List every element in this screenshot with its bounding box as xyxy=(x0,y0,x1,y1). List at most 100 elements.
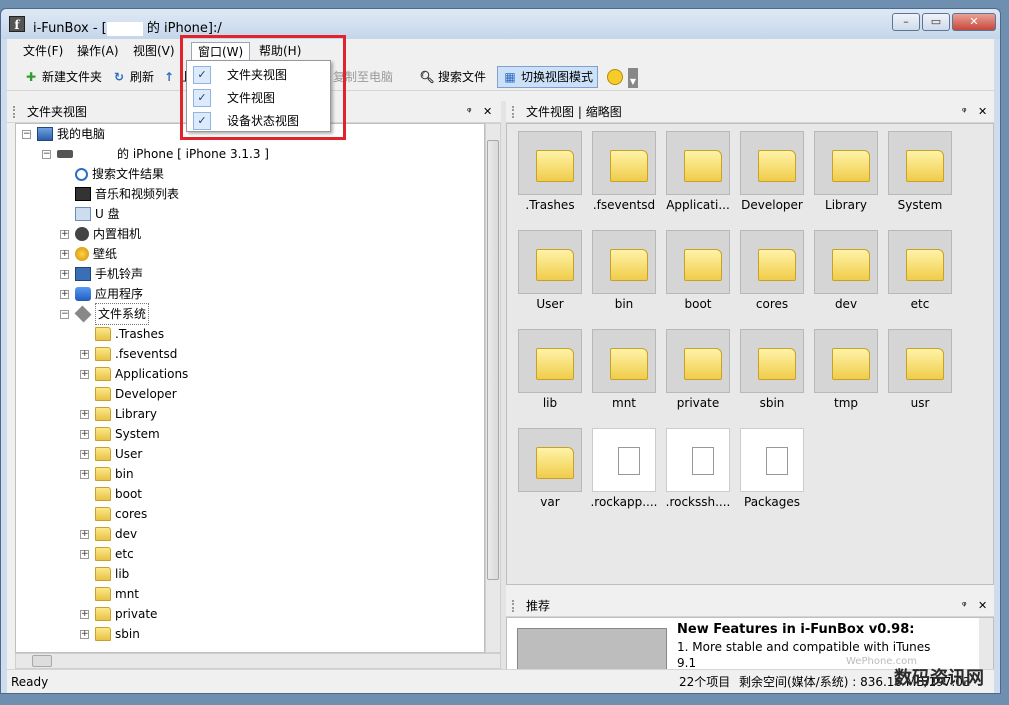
file-item[interactable]: Applicati... xyxy=(661,128,735,224)
tree-item[interactable]: boot xyxy=(80,484,142,504)
tree-item[interactable]: .Trashes xyxy=(80,324,164,344)
tree-item[interactable]: + User xyxy=(80,444,142,464)
tree-item[interactable]: + private xyxy=(80,604,157,624)
file-item[interactable]: private xyxy=(661,326,735,422)
file-item[interactable]: .Trashes xyxy=(513,128,587,224)
tree-item[interactable]: + Applications xyxy=(80,364,188,384)
close-button[interactable]: ✕ xyxy=(952,13,996,31)
expand-icon[interactable]: + xyxy=(60,249,69,259)
file-item[interactable]: User xyxy=(513,227,587,323)
tree-item[interactable]: 音乐和视频列表 xyxy=(60,184,179,204)
tree-horizontal-scrollbar[interactable] xyxy=(15,653,501,669)
close-panel-icon[interactable]: ✕ xyxy=(978,595,987,617)
tree-item[interactable]: − 文件系统 xyxy=(60,303,150,325)
file-item[interactable]: Developer xyxy=(735,128,809,224)
tree-item[interactable]: − 的 iPhone [ iPhone 3.1.3 ] xyxy=(42,144,269,164)
menu-file[interactable]: 文件(F) xyxy=(17,42,69,60)
expand-icon[interactable]: + xyxy=(80,369,89,379)
file-thumbnail xyxy=(740,329,804,393)
tree-item[interactable]: mnt xyxy=(80,584,139,604)
file-thumbnail xyxy=(814,329,878,393)
file-item[interactable]: lib xyxy=(513,326,587,422)
expand-icon[interactable]: + xyxy=(80,629,89,639)
maximize-button[interactable]: ▭ xyxy=(922,13,950,31)
file-item[interactable]: Packages xyxy=(735,425,809,521)
expand-icon[interactable]: + xyxy=(80,549,89,559)
tree-vertical-scrollbar[interactable] xyxy=(485,123,501,653)
toolbar-overflow-chevron-icon[interactable]: ▼ xyxy=(628,68,638,88)
expand-icon[interactable]: + xyxy=(80,409,89,419)
expand-icon[interactable]: + xyxy=(60,289,69,299)
tree-item[interactable]: + .fseventsd xyxy=(80,344,177,364)
file-item[interactable]: .rockapp.... xyxy=(587,425,661,521)
expand-icon[interactable]: + xyxy=(80,349,89,359)
panel-grip-icon[interactable] xyxy=(13,106,17,118)
scroll-thumb[interactable] xyxy=(32,655,52,667)
collapse-icon[interactable]: − xyxy=(42,149,51,159)
expand-icon[interactable]: + xyxy=(80,609,89,619)
tree-item[interactable]: + 手机铃声 xyxy=(60,264,143,284)
file-item[interactable]: Library xyxy=(809,128,883,224)
file-item[interactable]: tmp xyxy=(809,326,883,422)
panel-grip-icon[interactable] xyxy=(512,106,516,118)
file-item[interactable]: bin xyxy=(587,227,661,323)
new-folder-button[interactable]: ✚ 新建文件夹 xyxy=(23,66,102,88)
pin-icon[interactable]: ᵠ xyxy=(962,101,967,123)
tree-item[interactable]: Developer xyxy=(80,384,177,404)
file-item[interactable]: .rockssh.... xyxy=(661,425,735,521)
collapse-icon[interactable]: − xyxy=(60,309,69,319)
file-item[interactable]: dev xyxy=(809,227,883,323)
file-item[interactable]: etc xyxy=(883,227,957,323)
file-item[interactable]: boot xyxy=(661,227,735,323)
tree-item[interactable]: cores xyxy=(80,504,147,524)
tree-item[interactable]: + sbin xyxy=(80,624,140,644)
status-ready: Ready xyxy=(11,675,49,689)
folder-icon xyxy=(95,427,111,441)
file-item[interactable]: usr xyxy=(883,326,957,422)
tree-item[interactable]: + dev xyxy=(80,524,137,544)
file-item[interactable]: sbin xyxy=(735,326,809,422)
tree-item[interactable]: lib xyxy=(80,564,129,584)
expand-icon[interactable]: + xyxy=(80,449,89,459)
tree-item[interactable]: U 盘 xyxy=(60,204,120,224)
search-files-button[interactable]: 🔍︎ 搜索文件 xyxy=(419,66,486,88)
smiley-icon[interactable] xyxy=(607,69,623,85)
refresh-button[interactable]: ↻ 刷新 xyxy=(111,66,154,88)
tree-item[interactable]: − 我的电脑 xyxy=(22,124,105,144)
tree-item[interactable]: + etc xyxy=(80,544,134,564)
expand-icon[interactable]: + xyxy=(80,529,89,539)
file-item[interactable]: cores xyxy=(735,227,809,323)
panel-grip-icon[interactable] xyxy=(512,600,516,612)
tree-item[interactable]: + Library xyxy=(80,404,157,424)
menu-view[interactable]: 视图(V) xyxy=(127,42,181,60)
tree-item[interactable]: + bin xyxy=(80,464,134,484)
tab-thumbnail[interactable]: 缩略图 xyxy=(586,105,622,119)
tab-file-view[interactable]: 文件视图 xyxy=(526,105,574,119)
collapse-icon[interactable]: − xyxy=(22,129,31,139)
close-panel-icon[interactable]: ✕ xyxy=(483,101,492,123)
tree-item[interactable]: + 应用程序 xyxy=(60,284,143,304)
file-thumbnail xyxy=(740,131,804,195)
pin-icon[interactable]: ᵠ xyxy=(962,595,967,617)
tree-item[interactable]: + System xyxy=(80,424,160,444)
file-name: var xyxy=(540,495,560,509)
tree-item[interactable]: + 内置相机 xyxy=(60,224,141,244)
file-item[interactable]: System xyxy=(883,128,957,224)
minimize-button[interactable]: – xyxy=(892,13,920,31)
pin-icon[interactable]: ᵠ xyxy=(467,101,472,123)
expand-icon[interactable]: + xyxy=(80,429,89,439)
tree-item[interactable]: 搜索文件结果 xyxy=(60,164,164,184)
tree-item[interactable]: + 壁纸 xyxy=(60,244,117,264)
tree-item-label: cores xyxy=(115,507,148,521)
expand-icon[interactable]: + xyxy=(80,469,89,479)
file-item[interactable]: mnt xyxy=(587,326,661,422)
menu-action[interactable]: 操作(A) xyxy=(71,42,125,60)
expand-icon[interactable]: + xyxy=(60,229,69,239)
file-item[interactable]: var xyxy=(513,425,587,521)
switch-view-button[interactable]: ▦ 切换视图模式 xyxy=(497,66,599,88)
file-item[interactable]: .fseventsd xyxy=(587,128,661,224)
expand-icon[interactable]: + xyxy=(60,269,69,279)
close-panel-icon[interactable]: ✕ xyxy=(978,101,987,123)
scroll-thumb[interactable] xyxy=(487,140,499,580)
folder-icon xyxy=(95,507,111,521)
